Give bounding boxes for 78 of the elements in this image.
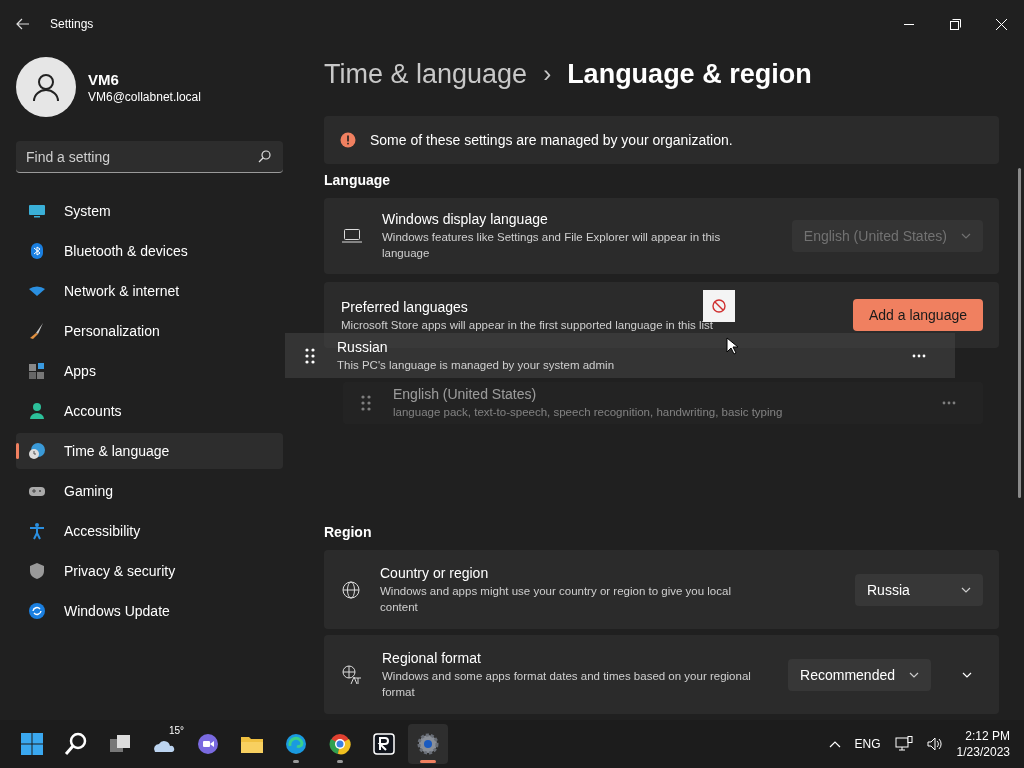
card-title: Windows display language [382, 211, 549, 227]
mouse-cursor-icon [726, 337, 738, 355]
user-name: VM6 [88, 70, 120, 88]
nav-item[interactable]: Network & internet [16, 273, 283, 309]
nav-item[interactable]: Bluetooth & devices [16, 233, 283, 269]
accessibility-icon [28, 522, 46, 540]
language-name: Russian [337, 338, 389, 355]
globe-icon [342, 580, 360, 599]
shield-icon [28, 562, 46, 580]
start-icon[interactable] [20, 732, 44, 756]
nav-item[interactable]: System [16, 193, 283, 229]
bluetooth-icon [28, 242, 46, 260]
clock[interactable]: 2:12 PM 1/23/2023 [956, 728, 1010, 760]
avatar [16, 57, 76, 117]
search-field[interactable]: Find a setting [16, 141, 283, 173]
nav-item[interactable]: Privacy & security [16, 553, 283, 589]
chevron-down-icon [909, 671, 919, 678]
nav-item[interactable]: Time & language [16, 433, 283, 469]
breadcrumb-link[interactable]: Time & language [324, 58, 528, 90]
banner-text: Some of these settings are managed by your organization. [370, 132, 733, 148]
video-chat-icon[interactable] [196, 732, 220, 756]
chevron-up-icon[interactable] [828, 740, 841, 748]
card-description: Windows and apps might use your country or region to give you local content [380, 583, 732, 615]
restore-icon[interactable] [949, 18, 961, 30]
dragged-language-item[interactable]: Russian This PC's language is managed by your system admin [285, 333, 955, 378]
chevron-down-icon [961, 586, 971, 593]
sync-icon [28, 602, 46, 620]
input-language[interactable]: ENG [854, 737, 881, 751]
network-monitor-icon[interactable] [894, 736, 913, 752]
language-format-icon [342, 664, 362, 685]
square-logo-icon[interactable] [372, 732, 396, 756]
language-name: English (United States) [393, 386, 538, 402]
apps-icon [28, 362, 46, 380]
more-icon[interactable] [912, 353, 926, 358]
back-arrow-icon[interactable] [16, 18, 30, 30]
language-details: language pack, text-to-speech, speech recognition, handwriting, basic typing [393, 405, 784, 420]
laptop-icon [342, 229, 362, 243]
nav-item[interactable]: Accessibility [16, 513, 283, 549]
chevron-down-icon [961, 233, 971, 239]
nav-item[interactable]: Windows Update [16, 593, 283, 629]
search-icon [258, 150, 271, 163]
no-drop-icon [703, 290, 735, 322]
breadcrumb-separator: › [543, 60, 552, 88]
card-description: Microsoft Store apps will appear in the first supported language in this list [341, 318, 715, 333]
drag-handle-icon[interactable] [361, 395, 371, 411]
browser-circle-icon[interactable] [328, 732, 352, 756]
temperature-label: 15° [168, 725, 184, 736]
user-email: VM6@collabnet.local [88, 89, 201, 104]
section-heading: Language [324, 172, 392, 188]
region-dropdown[interactable]: Recommended [788, 658, 931, 691]
region-dropdown[interactable]: Russia [855, 573, 983, 606]
chevron-down-icon [962, 671, 972, 678]
nav-item[interactable]: Gaming [16, 473, 283, 509]
language-details: This PC's language is managed by your system admin [337, 357, 615, 373]
close-icon[interactable] [995, 18, 1007, 30]
section-heading: Region [324, 524, 373, 540]
card-description: Windows and some apps format dates and times based on your regional format [382, 668, 752, 700]
search-icon[interactable] [64, 732, 88, 756]
nav-item[interactable]: Personalization [16, 313, 283, 349]
nav-item[interactable]: Apps [16, 353, 283, 389]
speaker-icon[interactable] [926, 737, 943, 751]
monitor-icon [28, 202, 46, 220]
card-title: Regional format [382, 649, 482, 666]
browser-swirl-icon[interactable] [284, 732, 308, 756]
add-language-button[interactable]: Add a language [852, 299, 983, 331]
person-icon [28, 402, 46, 420]
page-title: Language & region [567, 58, 812, 90]
window-title: Settings [50, 17, 94, 31]
alert-icon [340, 132, 356, 148]
card-title: Country or region [380, 564, 490, 581]
drag-handle-icon[interactable] [305, 347, 315, 364]
minimize-icon[interactable] [904, 23, 914, 25]
card-description: Windows features like Settings and File Explorer will appear in this language [382, 230, 722, 261]
card-title: Preferred languages [341, 299, 469, 315]
taskbar-button[interactable]: 15° [144, 724, 184, 764]
globe-clock-icon [28, 442, 46, 460]
settings-icon[interactable] [416, 732, 440, 756]
nav-item[interactable]: Accounts [16, 393, 283, 429]
